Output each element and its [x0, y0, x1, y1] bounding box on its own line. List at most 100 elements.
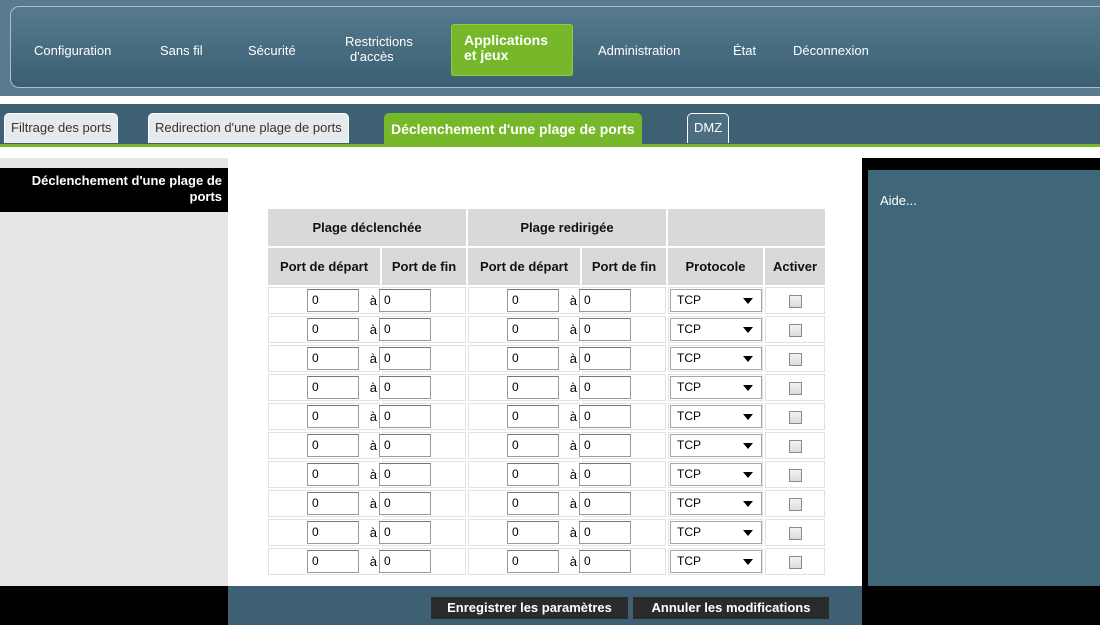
trigger-start-port-input[interactable]: 0 [307, 550, 359, 573]
nav-item-configuration[interactable]: Configuration [34, 43, 111, 58]
redirect-start-port-input[interactable]: 0 [507, 376, 559, 399]
table-row: 0 à 0 0 à 0 TCP [268, 287, 825, 314]
protocol-select[interactable]: TCP [670, 434, 762, 457]
help-panel: Aide... [868, 170, 1100, 586]
protocol-value: TCP [677, 438, 701, 452]
trigger-start-port-input[interactable]: 0 [307, 318, 359, 341]
protocol-select[interactable]: TCP [670, 463, 762, 486]
enable-checkbox[interactable] [788, 469, 802, 483]
header-plage-redirigee: Plage redirigée [468, 209, 666, 246]
nav-item-restrictions-line1: Restrictions [345, 34, 413, 49]
trigger-start-port-input[interactable]: 0 [307, 347, 359, 370]
enable-checkbox[interactable] [788, 440, 802, 454]
redirect-end-port-input[interactable]: 0 [579, 521, 631, 544]
spacer [0, 147, 1100, 158]
tab-filtrage-des-ports[interactable]: Filtrage des ports [4, 113, 119, 143]
protocol-select[interactable]: TCP [670, 376, 762, 399]
range-separator: à [369, 525, 377, 540]
chevron-down-icon [743, 443, 753, 449]
redirect-start-port-input[interactable]: 0 [507, 434, 559, 457]
trigger-end-cell: à0 [370, 374, 466, 401]
redirect-start-port-input[interactable]: 0 [507, 405, 559, 428]
tab-redirection-plage-ports[interactable]: Redirection d'une plage de ports [148, 113, 349, 143]
redirect-start-port-input[interactable]: 0 [507, 550, 559, 573]
protocol-select[interactable]: TCP [670, 318, 762, 341]
nav-item-administration[interactable]: Administration [598, 43, 680, 58]
protocol-cell: TCP [668, 490, 763, 517]
redirect-end-cell: à0 [570, 345, 666, 372]
enable-checkbox[interactable] [788, 556, 802, 570]
nav-item-sans-fil[interactable]: Sans fil [160, 43, 203, 58]
redirect-end-port-input[interactable]: 0 [579, 434, 631, 457]
redirect-start-port-input[interactable]: 0 [507, 463, 559, 486]
range-separator: à [569, 467, 577, 482]
enable-checkbox[interactable] [788, 498, 802, 512]
header-port-fin-1: Port de fin [382, 248, 466, 285]
trigger-end-cell: à0 [370, 316, 466, 343]
nav-item-restrictions[interactable]: Restrictions d'accès [343, 34, 413, 64]
tab-declenchement-plage-ports[interactable]: Déclenchement d'une plage de ports [384, 113, 642, 144]
trigger-end-port-input[interactable]: 0 [379, 550, 431, 573]
protocol-cell: TCP [668, 432, 763, 459]
enable-checkbox[interactable] [788, 295, 802, 309]
trigger-end-port-input[interactable]: 0 [379, 521, 431, 544]
trigger-start-port-input[interactable]: 0 [307, 463, 359, 486]
redirect-end-port-input[interactable]: 0 [579, 463, 631, 486]
table-row: 0 à 0 0 à 0 TCP [268, 316, 825, 343]
trigger-start-port-input[interactable]: 0 [307, 405, 359, 428]
save-button[interactable]: Enregistrer les paramètres [431, 597, 628, 619]
redirect-start-port-input[interactable]: 0 [507, 289, 559, 312]
port-trigger-table: Plage déclenchée Plage redirigée Port de… [266, 207, 827, 577]
redirect-end-port-input[interactable]: 0 [579, 550, 631, 573]
nav-item-deconnexion[interactable]: Déconnexion [793, 43, 869, 58]
protocol-select[interactable]: TCP [670, 521, 762, 544]
enable-cell [765, 345, 825, 372]
trigger-end-cell: à0 [370, 345, 466, 372]
protocol-select[interactable]: TCP [670, 550, 762, 573]
redirect-end-port-input[interactable]: 0 [579, 347, 631, 370]
enable-checkbox[interactable] [788, 527, 802, 541]
protocol-select[interactable]: TCP [670, 405, 762, 428]
trigger-end-port-input[interactable]: 0 [379, 463, 431, 486]
range-separator: à [369, 496, 377, 511]
redirect-end-port-input[interactable]: 0 [579, 376, 631, 399]
trigger-start-port-input[interactable]: 0 [307, 434, 359, 457]
table-row: 0 à 0 0 à 0 TCP [268, 548, 825, 575]
enable-checkbox[interactable] [788, 382, 802, 396]
nav-item-etat[interactable]: État [733, 43, 756, 58]
nav-item-applications-jeux[interactable]: Applications et jeux [451, 24, 573, 76]
enable-cell [765, 374, 825, 401]
trigger-end-port-input[interactable]: 0 [379, 347, 431, 370]
redirect-start-port-input[interactable]: 0 [507, 318, 559, 341]
protocol-select[interactable]: TCP [670, 347, 762, 370]
help-link[interactable]: Aide... [880, 193, 917, 208]
trigger-start-port-input[interactable]: 0 [307, 376, 359, 399]
cancel-button[interactable]: Annuler les modifications [633, 597, 829, 619]
protocol-select[interactable]: TCP [670, 492, 762, 515]
trigger-end-port-input[interactable]: 0 [379, 405, 431, 428]
trigger-end-port-input[interactable]: 0 [379, 492, 431, 515]
trigger-end-port-input[interactable]: 0 [379, 434, 431, 457]
protocol-value: TCP [677, 409, 701, 423]
enable-checkbox[interactable] [788, 411, 802, 425]
redirect-start-port-input[interactable]: 0 [507, 521, 559, 544]
tab-dmz[interactable]: DMZ [687, 113, 730, 143]
nav-item-securite[interactable]: Sécurité [248, 43, 296, 58]
trigger-end-cell: à0 [370, 548, 466, 575]
trigger-end-port-input[interactable]: 0 [379, 289, 431, 312]
redirect-end-port-input[interactable]: 0 [579, 318, 631, 341]
trigger-end-port-input[interactable]: 0 [379, 318, 431, 341]
redirect-end-port-input[interactable]: 0 [579, 405, 631, 428]
trigger-start-port-input[interactable]: 0 [307, 492, 359, 515]
protocol-cell: TCP [668, 519, 763, 546]
redirect-start-port-input[interactable]: 0 [507, 347, 559, 370]
redirect-start-port-input[interactable]: 0 [507, 492, 559, 515]
redirect-end-port-input[interactable]: 0 [579, 492, 631, 515]
redirect-end-port-input[interactable]: 0 [579, 289, 631, 312]
enable-checkbox[interactable] [788, 324, 802, 338]
trigger-end-port-input[interactable]: 0 [379, 376, 431, 399]
protocol-select[interactable]: TCP [670, 289, 762, 312]
enable-checkbox[interactable] [788, 353, 802, 367]
trigger-start-port-input[interactable]: 0 [307, 289, 359, 312]
trigger-start-port-input[interactable]: 0 [307, 521, 359, 544]
